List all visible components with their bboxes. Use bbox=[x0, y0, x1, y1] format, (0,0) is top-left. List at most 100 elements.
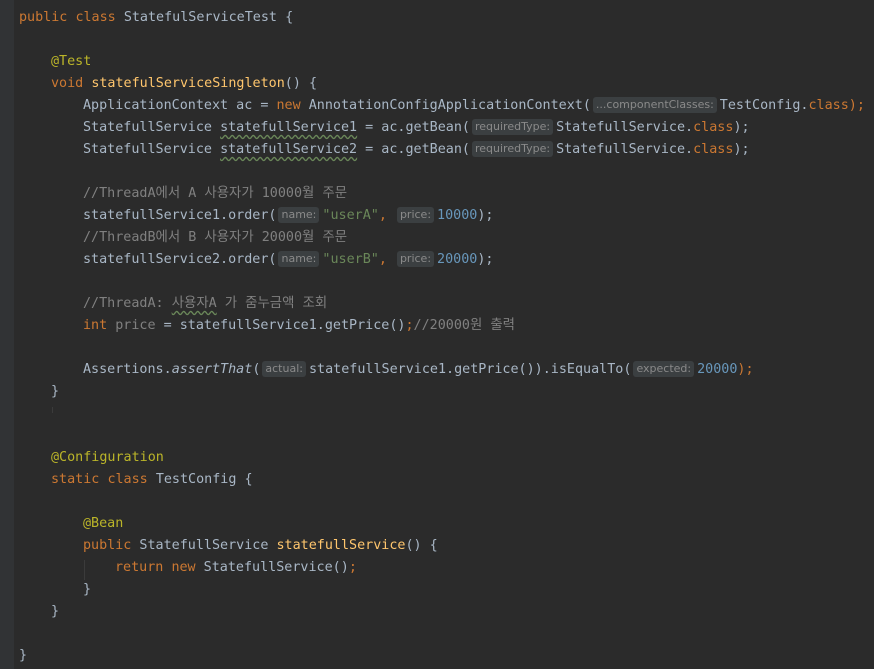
code-text: TestConfig. bbox=[719, 98, 809, 113]
indent-guide bbox=[52, 407, 53, 413]
code-end: ); bbox=[733, 120, 750, 135]
code-line-assertion[interactable]: Assertions.assertThat(actual: statefullSe… bbox=[83, 359, 754, 381]
code-end: ); bbox=[477, 252, 494, 267]
code-end: ); bbox=[733, 142, 750, 157]
code-line-comment-a[interactable]: //ThreadA에서 A 사용자가 10000월 주문 bbox=[83, 183, 347, 205]
code-end: ); bbox=[848, 98, 865, 113]
code-text: StatefullService bbox=[83, 120, 221, 135]
string-literal: "userA" bbox=[322, 208, 379, 223]
method-name: statefulServiceSingleton bbox=[91, 76, 285, 91]
comma: , bbox=[378, 208, 387, 223]
keyword-static: static bbox=[51, 472, 100, 487]
code-text: statefullService2.order( bbox=[83, 252, 277, 267]
code-text: statefullService1.order( bbox=[83, 208, 277, 223]
code-text: StatefullService. bbox=[556, 142, 694, 157]
code-line-price[interactable]: int price = statefullService1.getPrice()… bbox=[83, 315, 515, 337]
class-name: TestConfig bbox=[155, 472, 237, 487]
code-text: ( bbox=[252, 362, 261, 377]
close-brace: } bbox=[51, 384, 60, 399]
open-brace: { bbox=[244, 472, 253, 487]
comment-text: //ThreadB에서 B 사용자가 20000월 주문 bbox=[83, 230, 348, 245]
close-brace: } bbox=[19, 648, 28, 663]
code-line-close-config[interactable]: } bbox=[51, 601, 59, 623]
parameter-hint: actual: bbox=[262, 361, 306, 377]
comment-text: //ThreadA에서 A 사용자가 10000월 주문 bbox=[83, 186, 348, 201]
variable-name: price bbox=[107, 318, 156, 333]
code-line-comment-price[interactable]: //ThreadA: 사용자A 가 줌누금액 조회 bbox=[83, 293, 327, 315]
code-text: ApplicationContext ac = bbox=[83, 98, 277, 113]
close-brace: } bbox=[83, 582, 92, 597]
variable-name: statefullService1 bbox=[220, 120, 358, 135]
code-line-order-a[interactable]: statefullService1.order(name: "userA", pr… bbox=[83, 205, 493, 227]
parameter-hint: name: bbox=[278, 207, 320, 223]
keyword-class: class bbox=[107, 472, 148, 487]
close-brace: } bbox=[51, 604, 60, 619]
code-text: StatefullService bbox=[131, 538, 277, 553]
code-line-class-decl[interactable]: public class StatefulServiceTest { bbox=[19, 7, 293, 29]
parameter-hint: price: bbox=[396, 207, 435, 223]
code-line-config-class[interactable]: static class TestConfig { bbox=[51, 469, 253, 491]
method-suffix: () { bbox=[405, 538, 438, 553]
number-literal: 10000 bbox=[437, 208, 478, 223]
code-text: statefullService1.getPrice()).isEqualTo( bbox=[308, 362, 632, 377]
number-literal: 20000 bbox=[437, 252, 478, 267]
parameter-hint: requiredType: bbox=[472, 119, 554, 135]
parameter-hint: price: bbox=[396, 251, 435, 267]
comment-text: 사용자A bbox=[171, 296, 217, 311]
parameter-hint: expected: bbox=[633, 361, 695, 377]
keyword-class: class bbox=[693, 142, 734, 157]
comma: , bbox=[378, 252, 387, 267]
code-text: Assertions. bbox=[83, 362, 172, 377]
code-line-test-method[interactable]: void statefulServiceSingleton() { bbox=[51, 73, 317, 95]
number-literal: 20000 bbox=[697, 362, 738, 377]
code-line-config-annotation[interactable]: @Configuration bbox=[51, 447, 164, 469]
code-text: StatefullService() bbox=[195, 560, 349, 575]
method-call: assertThat bbox=[171, 362, 253, 377]
comment-text: 가 줌누금액 조회 bbox=[216, 296, 328, 311]
code-line-close-method[interactable]: } bbox=[51, 381, 59, 403]
code-line-comment-b[interactable]: //ThreadB에서 B 사용자가 20000월 주문 bbox=[83, 227, 347, 249]
keyword-class: class bbox=[808, 98, 849, 113]
keyword-int: int bbox=[83, 318, 108, 333]
code-line-service2[interactable]: StatefullService statefullService2 = ac.… bbox=[83, 139, 750, 161]
method-name: statefullService bbox=[276, 538, 406, 553]
code-line-bean-annotation[interactable]: @Bean bbox=[83, 513, 123, 535]
indent-guide bbox=[84, 560, 85, 580]
code-text: = ac.getBean( bbox=[357, 142, 470, 157]
code-line-close-class[interactable]: } bbox=[19, 645, 27, 667]
keyword-public: public bbox=[83, 538, 132, 553]
parameter-hint: requiredType: bbox=[472, 141, 554, 157]
code-end: ); bbox=[477, 208, 494, 223]
code-line-app-context[interactable]: ApplicationContext ac = new AnnotationCo… bbox=[83, 95, 865, 117]
string-literal: "userB" bbox=[322, 252, 379, 267]
keyword-new: new bbox=[171, 560, 196, 575]
code-line-order-b[interactable]: statefullService2.order(name: "userB", pr… bbox=[83, 249, 493, 271]
method-suffix: () { bbox=[284, 76, 318, 91]
code-editor[interactable]: public class StatefulServiceTest { @Test… bbox=[0, 0, 874, 669]
keyword-public: public bbox=[19, 10, 68, 25]
open-brace: { bbox=[285, 10, 294, 25]
parameter-hint: ...componentClasses: bbox=[592, 97, 717, 113]
code-text: StatefullService bbox=[83, 142, 221, 157]
code-text: AnnotationConfigApplicationContext( bbox=[300, 98, 591, 113]
keyword-class: class bbox=[75, 10, 116, 25]
code-line-bean-method[interactable]: public StatefullService statefullService… bbox=[83, 535, 438, 557]
keyword-return: return bbox=[115, 560, 164, 575]
code-text: = statefullService1.getPrice() bbox=[155, 318, 406, 333]
comment-text: //20000원 출력 bbox=[413, 318, 515, 333]
keyword-new: new bbox=[276, 98, 301, 113]
code-line-return[interactable]: return new StatefullService(); bbox=[115, 557, 357, 579]
semicolon: ; bbox=[405, 318, 414, 333]
annotation-bean: @Bean bbox=[83, 516, 124, 531]
variable-name: statefullService2 bbox=[220, 142, 358, 157]
parameter-hint: name: bbox=[278, 251, 320, 267]
code-text: = ac.getBean( bbox=[357, 120, 470, 135]
code-text: StatefullService. bbox=[556, 120, 694, 135]
keyword-void: void bbox=[51, 76, 84, 91]
code-end: ); bbox=[737, 362, 754, 377]
code-line-close-bean[interactable]: } bbox=[83, 579, 91, 601]
semicolon: ; bbox=[348, 560, 357, 575]
annotation-test: @Test bbox=[51, 54, 92, 69]
code-line-service1[interactable]: StatefullService statefullService1 = ac.… bbox=[83, 117, 750, 139]
code-line-test-annotation[interactable]: @Test bbox=[51, 51, 91, 73]
